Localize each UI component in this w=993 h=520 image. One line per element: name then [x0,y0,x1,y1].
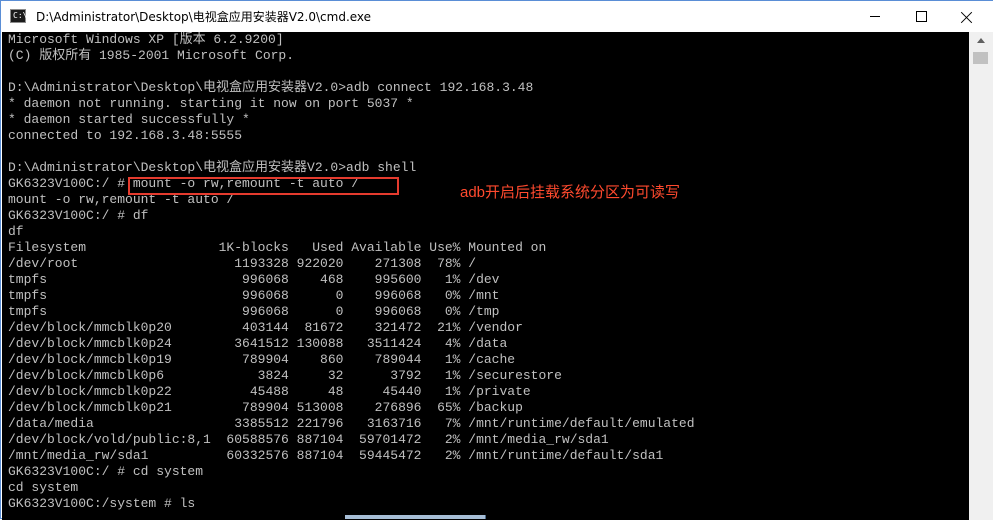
minimize-button[interactable] [852,1,898,32]
df-header: Filesystem 1K-blocks Used Available Use%… [8,240,547,255]
scroll-up-button[interactable] [969,32,993,49]
df-row: /dev/block/mmcblk0p19 789904 860 789044 … [8,352,516,367]
console-line: connected to 192.168.3.48:5555 [8,128,243,143]
console-line: GK6323V100C:/ # cd system [8,464,204,479]
console-line: df [8,224,24,239]
df-row: /dev/block/mmcblk0p21 789904 513008 2768… [8,400,523,415]
close-icon [961,11,973,23]
window-title: D:\Administrator\Desktop\电视盒应用安装器V2.0\cm… [36,10,372,24]
console-line: * daemon started successfully * [8,112,250,127]
df-row: /mnt/media_rw/sda1 60332576 887104 59445… [8,448,664,463]
console-output[interactable]: Microsoft Windows XP [版本 6.2.9200] (C) 版… [2,32,969,520]
console-line: Microsoft Windows XP [版本 6.2.9200] [8,32,284,47]
maximize-icon [915,11,927,22]
close-button[interactable] [944,1,990,32]
console-line: (C) 版权所有 1985-2001 Microsoft Corp. [8,48,295,63]
command-highlight-box [128,177,399,195]
df-row: tmpfs 996068 468 995600 1% /dev [8,272,500,287]
df-row: /data/media 3385512 221796 3163716 7% /m… [8,416,695,431]
taskbar-divider [485,515,486,519]
console-line: D:\Administrator\Desktop\电视盒应用安装器V2.0>ad… [8,160,417,175]
df-row: /dev/block/mmcblk0p20 403144 81672 32147… [8,320,523,335]
df-row: /dev/block/vold/public:8,1 60588576 8871… [8,432,609,447]
cmd-icon: C:\ [10,9,27,23]
maximize-button[interactable] [898,1,944,32]
console-line: cd system [8,480,79,495]
df-row: /dev/block/mmcblk0p24 3641512 130088 351… [8,336,508,351]
vertical-scrollbar[interactable] [969,32,993,520]
arrow-up-icon [977,38,985,43]
df-row: tmpfs 996068 0 996068 0% /tmp [8,304,500,319]
console-line: GK6323V100C:/system # ls [8,496,196,511]
minimize-icon [870,16,880,17]
cmd-window: C:\ D:\Administrator\Desktop\电视盒应用安装器V2.… [0,0,993,520]
df-row: /dev/root 1193328 922020 271308 78% / [8,256,477,271]
taskbar-strip [345,515,485,519]
annotation-label: adb开启后挂载系统分区为可读写 [460,184,681,201]
df-row: tmpfs 996068 0 996068 0% /mnt [8,288,500,303]
console-line: D:\Administrator\Desktop\电视盒应用安装器V2.0>ad… [8,80,534,95]
console-line: * daemon not running. starting it now on… [8,96,414,111]
scroll-thumb[interactable] [973,52,988,64]
console-line: GK6323V100C:/ # df [8,208,149,223]
title-bar[interactable]: C:\ D:\Administrator\Desktop\电视盒应用安装器V2.… [1,1,993,32]
df-row: /dev/block/mmcblk0p6 3824 32 3792 1% /se… [8,368,562,383]
df-row: /dev/block/mmcblk0p22 45488 48 45440 1% … [8,384,531,399]
